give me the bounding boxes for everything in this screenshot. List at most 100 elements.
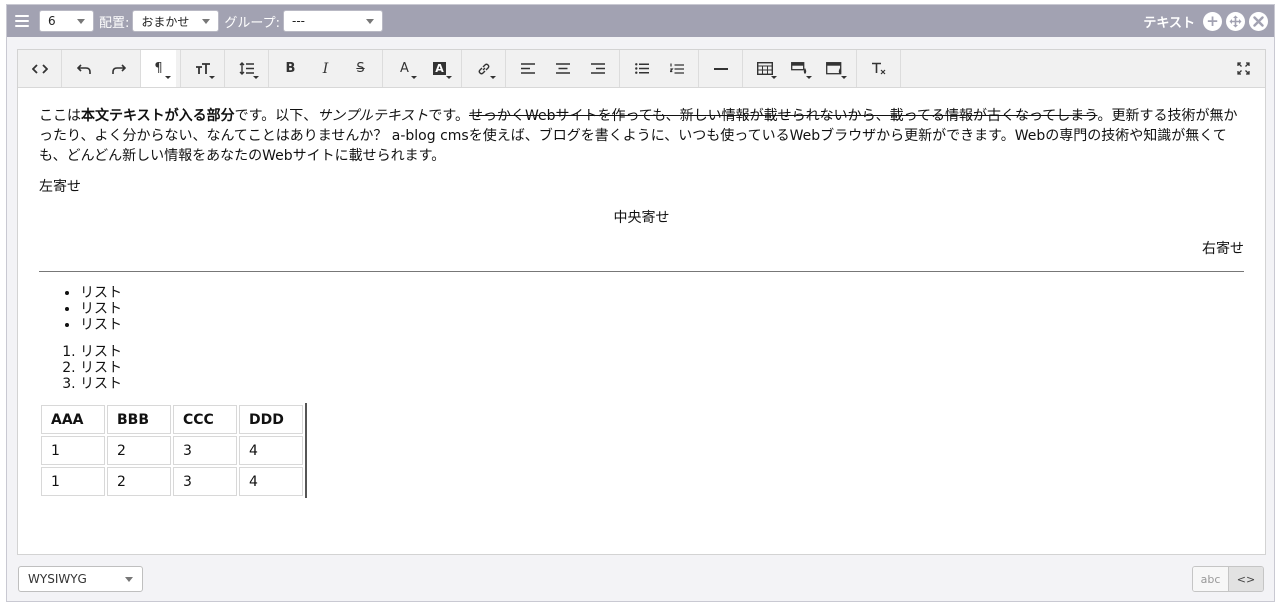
align-right-icon: [590, 63, 605, 74]
table-background-button[interactable]: [817, 50, 852, 87]
clear-format-button[interactable]: [861, 50, 896, 87]
right-aligned-paragraph: 右寄せ: [1202, 241, 1244, 257]
move-unit-button[interactable]: [1226, 11, 1245, 31]
table-row: 1 2 3 4: [41, 436, 303, 465]
fullscreen-icon: [1237, 62, 1250, 75]
text-color-button[interactable]: A: [387, 50, 422, 87]
chevron-down-icon: [202, 19, 211, 24]
code-view-toggle-button[interactable]: <>: [1228, 567, 1263, 591]
add-unit-button[interactable]: +: [1203, 11, 1222, 31]
list-item: リスト: [80, 344, 1244, 360]
plus-icon: +: [1206, 11, 1219, 30]
text-segment: です。以下、: [234, 108, 318, 124]
bullet-list: リスト リスト リスト: [39, 285, 1244, 333]
italic-text: サンプルテキスト: [317, 108, 429, 124]
table-cell[interactable]: 4: [239, 467, 303, 496]
table-icon: [756, 62, 773, 75]
align-left-icon: [520, 63, 535, 74]
editor-toolbar: ¶ B I S A A: [18, 50, 1265, 88]
line-height-button[interactable]: [229, 50, 264, 87]
bold-button[interactable]: B: [273, 50, 308, 87]
horizontal-rule-icon: [713, 67, 728, 70]
clear-format-icon: [871, 62, 885, 75]
align-right-button[interactable]: [580, 50, 615, 87]
list-item: リスト: [80, 376, 1244, 392]
insert-table-button[interactable]: [747, 50, 782, 87]
background-color-button[interactable]: A: [422, 50, 457, 87]
body-paragraph: ここは本文テキストが入る部分です。以下、サンプルテキストです。せっかくWebサイ…: [39, 106, 1244, 166]
cell-background-button[interactable]: [782, 50, 817, 87]
table-cell[interactable]: 3: [173, 467, 237, 496]
chevron-down-icon: [125, 577, 133, 582]
table-cell[interactable]: 1: [41, 467, 105, 496]
bold-icon: B: [285, 61, 296, 76]
content-table: AAA BBB CCC DDD 1 2 3 4 1 2 3 4: [39, 403, 307, 498]
bold-text: 本文テキストが入る部分: [81, 108, 235, 124]
list-item: リスト: [80, 360, 1244, 376]
table-cell[interactable]: 2: [107, 436, 171, 465]
strikethrough-button[interactable]: S: [343, 50, 378, 87]
paragraph-format-button[interactable]: ¶: [141, 50, 176, 87]
table-cell[interactable]: 4: [239, 436, 303, 465]
align-value: おまかせ: [141, 14, 190, 29]
code-view-button[interactable]: [22, 50, 57, 87]
horizontal-rule: [39, 271, 1244, 272]
paragraph-icon: ¶: [154, 61, 163, 76]
text-unit: 6 配置: おまかせ グループ: --- テキスト + ¶ B I S A A …: [6, 4, 1275, 602]
italic-icon: I: [322, 60, 329, 77]
align-center-button[interactable]: [545, 50, 580, 87]
table-header-cell[interactable]: DDD: [239, 405, 303, 434]
table-cell[interactable]: 1: [41, 436, 105, 465]
table-color-icon: [825, 61, 841, 74]
horizontal-rule-button[interactable]: [703, 50, 738, 87]
code-icon: [31, 63, 48, 74]
redo-button[interactable]: [101, 50, 136, 87]
bullet-list-icon: [634, 63, 649, 74]
italic-button[interactable]: I: [308, 50, 343, 87]
undo-icon: [76, 63, 91, 74]
chevron-down-icon: [77, 19, 85, 24]
numbered-list-icon: [669, 63, 684, 74]
fullscreen-button[interactable]: [1226, 50, 1261, 87]
align-label: 配置:: [99, 15, 130, 31]
center-aligned-paragraph: 中央寄せ: [613, 210, 670, 226]
left-aligned-paragraph: 左寄せ: [39, 179, 81, 195]
move-icon: [1229, 15, 1242, 27]
line-height-icon: [239, 62, 254, 75]
table-cell[interactable]: 3: [173, 436, 237, 465]
wysiwyg-editor: ¶ B I S A A ここは本文テキストが入る部分です。以下、サンプルテキスト…: [17, 49, 1266, 555]
background-color-icon: A: [433, 62, 446, 75]
column-select[interactable]: 6: [39, 10, 94, 32]
numbered-list: リスト リスト リスト: [39, 344, 1244, 392]
strikethrough-text: せっかくWebサイトを作っても、新しい情報が載せられないから、載ってる情報が古く…: [468, 108, 1098, 124]
link-button[interactable]: [466, 50, 501, 87]
group-select[interactable]: ---: [283, 10, 383, 32]
undo-button[interactable]: [66, 50, 101, 87]
align-left-button[interactable]: [510, 50, 545, 87]
text-segment: です。: [428, 108, 469, 124]
editor-mode-select[interactable]: WYSIWYG: [18, 566, 143, 592]
align-center-icon: [555, 63, 570, 74]
unit-header: 6 配置: おまかせ グループ: --- テキスト +: [7, 5, 1274, 37]
table-header-cell[interactable]: BBB: [107, 405, 171, 434]
text-view-button[interactable]: abc: [1193, 567, 1228, 591]
ordered-list-button[interactable]: [659, 50, 694, 87]
remove-unit-button[interactable]: [1249, 11, 1268, 31]
list-item: リスト: [80, 317, 1244, 333]
font-size-button[interactable]: [185, 50, 220, 87]
align-select[interactable]: おまかせ: [132, 10, 220, 32]
close-icon: [1253, 15, 1264, 27]
table-row: 1 2 3 4: [41, 467, 303, 496]
editor-content[interactable]: ここは本文テキストが入る部分です。以下、サンプルテキストです。せっかくWebサイ…: [18, 88, 1265, 498]
font-size-icon: [195, 62, 210, 74]
list-item: リスト: [80, 285, 1244, 301]
group-label: グループ:: [224, 15, 280, 31]
menu-icon[interactable]: [15, 12, 33, 30]
table-header-cell[interactable]: CCC: [173, 405, 237, 434]
group-value: ---: [292, 14, 305, 28]
link-icon: [478, 63, 489, 74]
table-cell[interactable]: 2: [107, 467, 171, 496]
unordered-list-button[interactable]: [624, 50, 659, 87]
editor-mode-value: WYSIWYG: [28, 572, 87, 586]
table-header-cell[interactable]: AAA: [41, 405, 105, 434]
